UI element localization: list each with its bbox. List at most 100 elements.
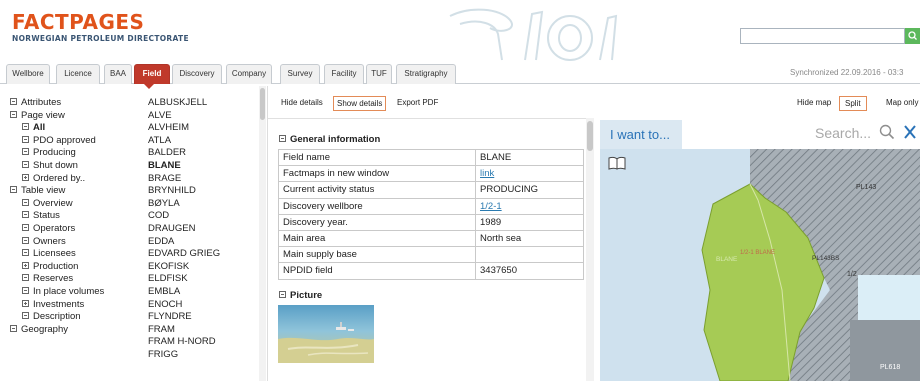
tab-facility[interactable]: Facility: [324, 64, 364, 84]
toolbar-divider: [268, 118, 593, 119]
list-item-selected[interactable]: BLANE: [148, 160, 248, 173]
expand-icon[interactable]: [22, 261, 29, 269]
collapse-icon[interactable]: [22, 249, 29, 257]
collapse-icon[interactable]: [22, 286, 29, 294]
expand-icon[interactable]: [22, 299, 29, 307]
tools-icon[interactable]: [903, 124, 917, 140]
tab-discovery[interactable]: Discovery: [172, 64, 222, 84]
list-item[interactable]: EDVARD GRIEG: [148, 248, 248, 261]
list-item[interactable]: ALBUSKJELL: [148, 97, 248, 110]
tab-tuf[interactable]: TUF: [366, 64, 392, 84]
map-view[interactable]: PL143 1/2-1 BLANE BLANE PL143BS 1/2 PL61…: [600, 120, 920, 381]
tab-baa[interactable]: BAA: [104, 64, 132, 84]
collapse-icon[interactable]: [10, 324, 17, 332]
hide-map-button[interactable]: Hide map: [797, 96, 831, 111]
tab-company[interactable]: Company: [226, 64, 272, 84]
tab-survey[interactable]: Survey: [280, 64, 320, 84]
collapse-icon[interactable]: [22, 211, 29, 219]
collapse-icon[interactable]: [22, 160, 29, 168]
collapse-icon[interactable]: [22, 312, 29, 320]
search-input[interactable]: [740, 28, 905, 44]
tree-item-description[interactable]: Description: [10, 311, 130, 324]
tree-item-producing[interactable]: Producing: [10, 147, 130, 160]
list-item[interactable]: ALVE: [148, 110, 248, 123]
list-item[interactable]: FRIGG: [148, 349, 248, 362]
map-label: 1/2: [847, 271, 857, 278]
tree-item-page-view[interactable]: Page view: [10, 110, 130, 123]
general-information-header[interactable]: General information: [279, 134, 380, 145]
list-item[interactable]: EDDA: [148, 236, 248, 249]
tab-stratigraphy[interactable]: Stratigraphy: [396, 64, 456, 84]
list-item[interactable]: EMBLA: [148, 286, 248, 299]
list-item[interactable]: BRYNHILD: [148, 185, 248, 198]
collapse-icon[interactable]: [22, 135, 29, 143]
tree-item-overview[interactable]: Overview: [10, 198, 130, 211]
tree-item-production[interactable]: Production: [10, 261, 130, 274]
tree-item-table-view[interactable]: Table view: [10, 185, 130, 198]
picture-header[interactable]: Picture: [279, 290, 322, 301]
tab-licence[interactable]: Licence: [56, 64, 100, 84]
list-item[interactable]: BRAGE: [148, 173, 248, 186]
list-item[interactable]: FRAM: [148, 324, 248, 337]
collapse-icon[interactable]: [279, 135, 286, 142]
tree-item-shut-down[interactable]: Shut down: [10, 160, 130, 173]
tree-item-status[interactable]: Status: [10, 210, 130, 223]
discovery-wellbore-link[interactable]: 1/2-1: [480, 201, 502, 212]
field-list-scrollbar[interactable]: [259, 86, 266, 381]
collapse-icon[interactable]: [22, 223, 29, 231]
search-button[interactable]: [905, 28, 920, 44]
list-item[interactable]: ENOCH: [148, 299, 248, 312]
tab-field[interactable]: Field: [134, 64, 170, 84]
list-item[interactable]: FRAM H-NORD: [148, 336, 248, 349]
list-item[interactable]: BALDER: [148, 147, 248, 160]
tree-item-reserves[interactable]: Reserves: [10, 273, 130, 286]
collapse-icon[interactable]: [279, 291, 286, 298]
book-icon[interactable]: [608, 156, 626, 170]
collapse-icon[interactable]: [22, 236, 29, 244]
collapse-icon[interactable]: [10, 110, 17, 118]
collapse-icon[interactable]: [22, 123, 29, 131]
show-details-button[interactable]: Show details: [333, 96, 387, 111]
export-pdf-button[interactable]: Export PDF: [397, 96, 438, 111]
tree-item-all[interactable]: All: [10, 122, 130, 135]
tree-item-licensees[interactable]: Licensees: [10, 248, 130, 261]
tree-item-geography[interactable]: Geography: [10, 324, 130, 337]
tree-item-owners[interactable]: Owners: [10, 236, 130, 249]
table-row: Current activity status PRODUCING: [278, 181, 584, 199]
scrollbar-thumb[interactable]: [260, 88, 265, 120]
tree-item-attributes[interactable]: Attributes: [10, 97, 130, 110]
expand-icon[interactable]: [22, 173, 29, 181]
list-item[interactable]: DRAUGEN: [148, 223, 248, 236]
collapse-icon[interactable]: [22, 198, 29, 206]
tree-item-pdo-approved[interactable]: PDO approved: [10, 135, 130, 148]
list-item[interactable]: ATLA: [148, 135, 248, 148]
search-icon[interactable]: [879, 124, 895, 140]
tree-item-operators[interactable]: Operators: [10, 223, 130, 236]
list-item[interactable]: COD: [148, 210, 248, 223]
list-item[interactable]: BØYLA: [148, 198, 248, 211]
details-scrollbar[interactable]: [586, 118, 594, 381]
map-search-input[interactable]: Search...: [815, 124, 917, 141]
list-item[interactable]: FLYNDRE: [148, 311, 248, 324]
list-item[interactable]: EKOFISK: [148, 261, 248, 274]
tree-item-ordered-by[interactable]: Ordered by..: [10, 173, 130, 186]
factmaps-link[interactable]: link: [480, 168, 494, 179]
list-item[interactable]: ELDFISK: [148, 273, 248, 286]
collapse-icon[interactable]: [22, 148, 29, 156]
list-item[interactable]: ALVHEIM: [148, 122, 248, 135]
map-only-button[interactable]: Map only: [886, 96, 918, 111]
panel-divider: [267, 86, 268, 381]
collapse-icon[interactable]: [10, 186, 17, 194]
tree-item-in-place-volumes[interactable]: In place volumes: [10, 286, 130, 299]
field-picture[interactable]: [278, 305, 374, 363]
hide-details-button[interactable]: Hide details: [281, 96, 323, 111]
app-title[interactable]: FACTPAGES: [12, 10, 144, 34]
tree-item-investments[interactable]: Investments: [10, 299, 130, 312]
collapse-icon[interactable]: [22, 274, 29, 282]
map-canvas[interactable]: PL143 1/2-1 BLANE BLANE PL143BS 1/2 PL61…: [600, 120, 920, 381]
i-want-to-menu[interactable]: I want to...: [600, 120, 682, 149]
scrollbar-thumb[interactable]: [587, 121, 593, 151]
split-view-button[interactable]: Split: [839, 96, 867, 111]
tab-wellbore[interactable]: Wellbore: [6, 64, 50, 84]
collapse-icon[interactable]: [10, 98, 17, 105]
